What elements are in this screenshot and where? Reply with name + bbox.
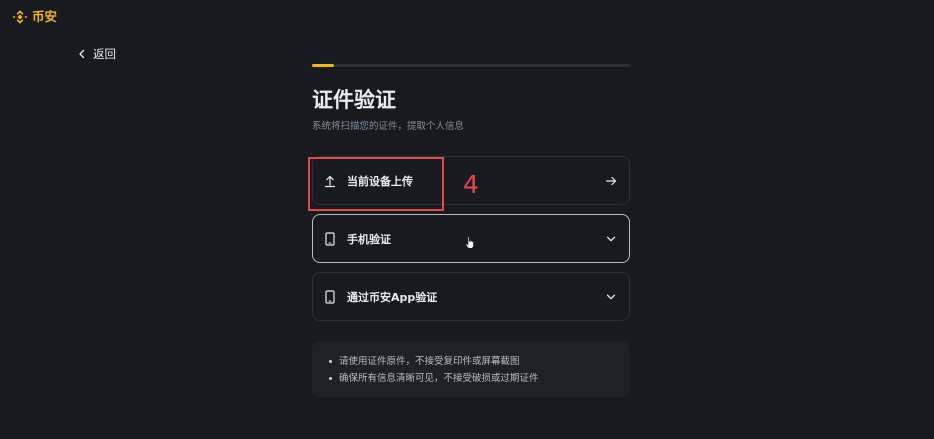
- progress-bar: [312, 64, 630, 67]
- option-label: 手机验证: [347, 232, 391, 246]
- option-label: 通过币安App验证: [347, 290, 438, 304]
- phone-icon: [325, 231, 335, 246]
- annotation-number: 4: [463, 170, 479, 199]
- requirements-notice: 请使用证件原件，不接受复印件或屏幕截图 确保所有信息清晰可见，不接受破损或过期证…: [312, 341, 630, 397]
- annotation-highlight-box: [308, 157, 444, 211]
- page-subtitle: 系统将扫描您的证件，提取个人信息: [312, 121, 465, 132]
- chevron-left-icon: [79, 49, 85, 59]
- page-title: 证件验证: [312, 88, 396, 112]
- chevron-down-icon: [606, 294, 616, 299]
- chevron-down-icon: [606, 236, 616, 241]
- option-app-verify[interactable]: 通过币安App验证: [312, 272, 630, 321]
- brand-logo[interactable]: 币安: [12, 9, 57, 25]
- back-label: 返回: [93, 47, 116, 61]
- progress-bar-fill: [312, 64, 335, 67]
- binance-logo-icon: [12, 10, 28, 24]
- arrow-right-icon: [605, 176, 617, 185]
- back-button[interactable]: 返回: [77, 46, 116, 62]
- requirement-item: 请使用证件原件，不接受复印件或屏幕截图: [328, 353, 630, 370]
- brand-name: 币安: [32, 9, 58, 24]
- phone-icon: [325, 289, 335, 304]
- hand-cursor-icon: [465, 236, 474, 249]
- requirement-item: 确保所有信息清晰可见，不接受破损或过期证件: [328, 370, 630, 387]
- requirements-list: 请使用证件原件，不接受复印件或屏幕截图 确保所有信息清晰可见，不接受破损或过期证…: [328, 353, 630, 387]
